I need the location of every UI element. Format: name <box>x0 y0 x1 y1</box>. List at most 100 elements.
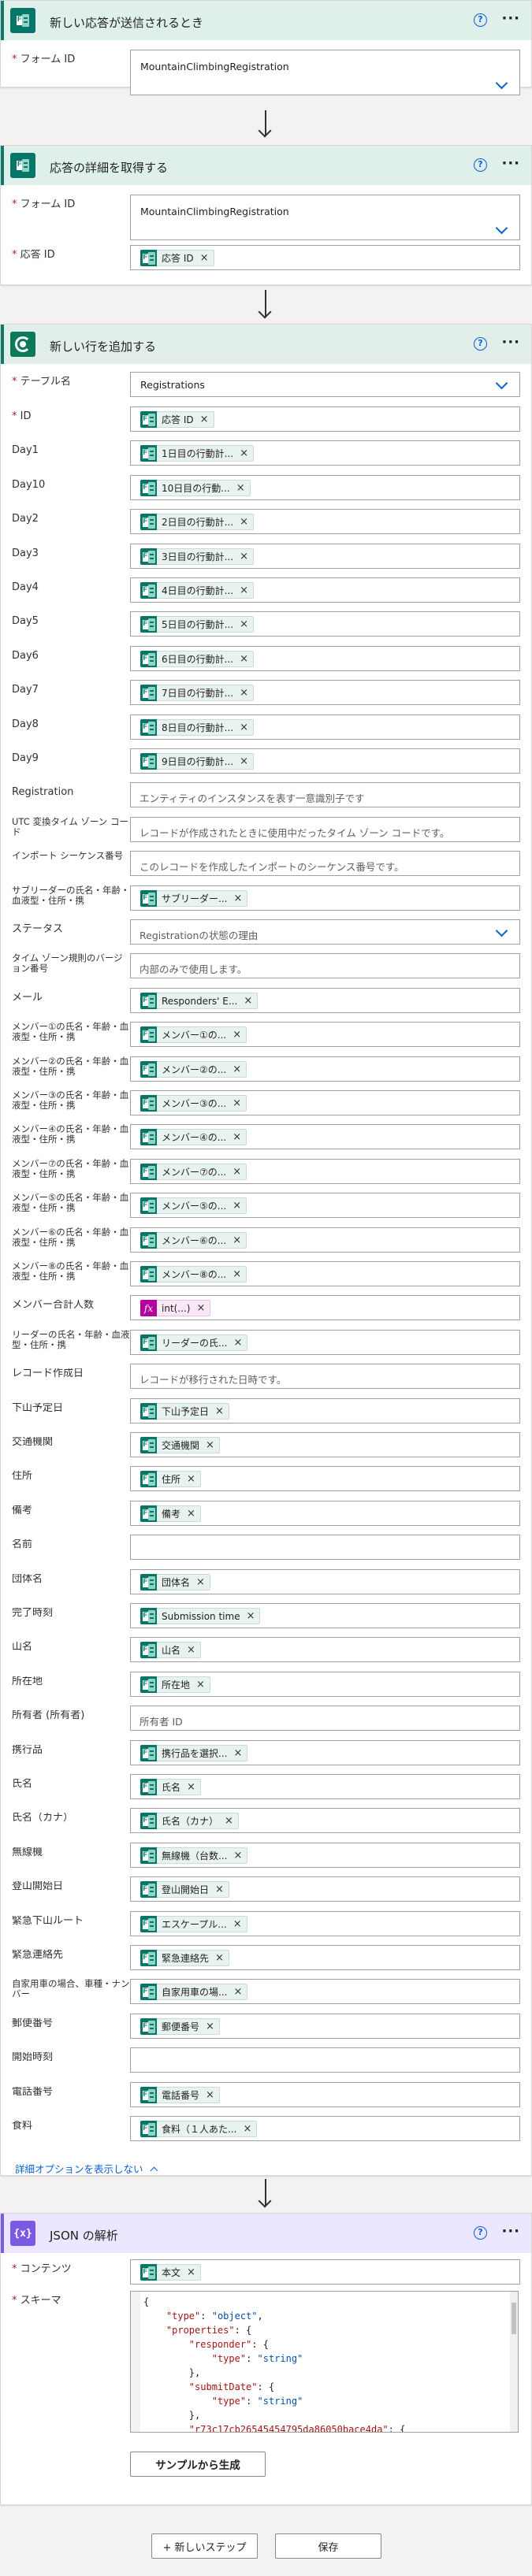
field-input[interactable]: 食料（１人あた... × <box>130 2116 520 2141</box>
field-input[interactable]: 電話番号 × <box>130 2082 520 2107</box>
dynamic-content-token[interactable]: 住所 × <box>140 1471 201 1487</box>
field-input[interactable]: 内部のみで使用します。 <box>130 953 520 978</box>
dynamic-content-token[interactable]: サブリーダー... × <box>140 890 248 907</box>
field-input[interactable]: 所在地 × <box>130 1672 520 1697</box>
remove-token-icon[interactable]: × <box>233 893 242 904</box>
form-id-dropdown[interactable]: MountainClimbingRegistration <box>130 50 520 95</box>
dynamic-content-token[interactable]: 応答 ID × <box>140 250 214 266</box>
field-input[interactable]: サブリーダー... × <box>130 885 520 911</box>
dynamic-content-token[interactable]: 携行品を選択... × <box>140 1745 248 1761</box>
dynamic-content-token[interactable]: 無線機（台数... × <box>140 1847 248 1864</box>
field-input[interactable]: 8日目の行動計... × <box>130 715 520 740</box>
field-input[interactable]: 氏名 × <box>130 1774 520 1799</box>
field-input[interactable]: エスケープル... × <box>130 1911 520 1936</box>
field-input[interactable]: 6日目の行動計... × <box>130 646 520 671</box>
field-input[interactable]: 所有者 ID <box>130 1706 520 1731</box>
remove-token-icon[interactable]: × <box>225 1815 233 1827</box>
remove-token-icon[interactable]: × <box>240 618 248 630</box>
field-input[interactable] <box>130 2047 520 2073</box>
dynamic-content-token[interactable]: 交通機関 × <box>140 1437 220 1453</box>
remove-token-icon[interactable]: × <box>233 1097 241 1109</box>
field-input[interactable]: メンバー⑥の... × <box>130 1227 520 1253</box>
field-input[interactable]: Responders' E... × <box>130 988 520 1013</box>
remove-token-icon[interactable]: × <box>233 1747 242 1759</box>
dynamic-content-token[interactable]: メンバー①の... × <box>140 1026 247 1043</box>
chevron-down-icon[interactable] <box>496 224 507 235</box>
dynamic-content-token[interactable]: 3日目の行動計... × <box>140 548 254 565</box>
remove-token-icon[interactable]: × <box>240 722 248 733</box>
field-input[interactable]: 緊急連絡先 × <box>130 1945 520 1970</box>
remove-token-icon[interactable]: × <box>233 1166 241 1178</box>
remove-token-icon[interactable]: × <box>196 1679 205 1691</box>
schema-editor[interactable]: { "type": "object", "properties": { "res… <box>130 2291 519 2433</box>
dynamic-content-token[interactable]: メンバー⑧の... × <box>140 1266 247 1282</box>
field-input[interactable]: エンティティのインスタンスを表す一意識別子です <box>130 782 520 807</box>
field-input[interactable]: 4日目の行動計... × <box>130 577 520 603</box>
field-input[interactable]: 団体名 × <box>130 1569 520 1594</box>
field-input[interactable]: 交通機関 × <box>130 1432 520 1457</box>
field-input[interactable]: 住所 × <box>130 1466 520 1491</box>
remove-token-icon[interactable]: × <box>215 1952 224 1964</box>
table-name-dropdown[interactable]: Registrations <box>130 372 520 397</box>
field-input[interactable]: 1日目の行動計... × <box>130 440 520 466</box>
remove-token-icon[interactable]: × <box>240 755 248 767</box>
remove-token-icon[interactable]: × <box>240 653 248 665</box>
field-input[interactable]: レコードが移行された日時です。 <box>130 1364 520 1389</box>
dynamic-content-token[interactable]: メンバー②の... × <box>140 1061 247 1078</box>
more-options-icon[interactable]: ··· <box>501 155 520 172</box>
field-input[interactable]: 5日目の行動計... × <box>130 611 520 637</box>
dynamic-content-token[interactable]: 7日目の行動計... × <box>140 685 254 701</box>
dynamic-content-token[interactable]: エスケープル... × <box>140 1916 247 1932</box>
field-input[interactable]: メンバー①の... × <box>130 1022 520 1047</box>
remove-token-icon[interactable]: × <box>196 1576 205 1588</box>
dynamic-content-token[interactable]: 緊急連絡先 × <box>140 1950 229 1966</box>
remove-token-icon[interactable]: × <box>236 482 245 494</box>
field-input[interactable]: 2日目の行動計... × <box>130 509 520 534</box>
expression-token[interactable]: fx int(...) × <box>140 1300 211 1316</box>
dynamic-content-token[interactable]: 9日目の行動計... × <box>140 753 254 770</box>
field-input[interactable]: 3日目の行動計... × <box>130 544 520 569</box>
field-input[interactable]: 10日目の行動... × <box>130 475 520 500</box>
dynamic-content-token[interactable]: 6日目の行動計... × <box>140 651 254 667</box>
field-input[interactable]: fx int(...) × <box>130 1295 520 1320</box>
field-input[interactable]: 自家用車の場... × <box>130 1979 520 2004</box>
dynamic-content-token[interactable]: メンバー⑦の... × <box>140 1164 247 1180</box>
help-icon[interactable]: ? <box>474 13 487 27</box>
dynamic-content-token[interactable]: 2日目の行動計... × <box>140 514 254 530</box>
dynamic-content-token[interactable]: 氏名 × <box>140 1779 201 1795</box>
field-input[interactable]: 無線機（台数... × <box>130 1843 520 1868</box>
remove-token-icon[interactable]: × <box>247 1610 255 1622</box>
remove-token-icon[interactable]: × <box>233 1918 242 1930</box>
remove-token-icon[interactable]: × <box>187 1781 195 1793</box>
remove-token-icon[interactable]: × <box>244 995 252 1007</box>
dynamic-content-token[interactable]: メンバー⑥の... × <box>140 1232 247 1249</box>
remove-token-icon[interactable]: × <box>200 414 209 425</box>
remove-token-icon[interactable]: × <box>206 2089 214 2101</box>
remove-token-icon[interactable]: × <box>187 1473 195 1485</box>
remove-token-icon[interactable]: × <box>233 1200 241 1212</box>
dynamic-content-token[interactable]: 団体名 × <box>140 1574 210 1591</box>
get-details-card-header[interactable]: 応答の詳細を取得する ? ··· <box>1 146 531 185</box>
dynamic-content-token[interactable]: 8日目の行動計... × <box>140 719 254 736</box>
field-input[interactable]: 郵便番号 × <box>130 2014 520 2039</box>
remove-token-icon[interactable]: × <box>200 252 209 264</box>
dynamic-content-token[interactable]: 備考 × <box>140 1505 201 1522</box>
new-step-button[interactable]: + 新しいステップ <box>151 2533 258 2559</box>
remove-token-icon[interactable]: × <box>240 447 248 459</box>
generate-from-sample-button[interactable]: サンプルから生成 <box>130 2452 266 2477</box>
field-input[interactable]: レコードが作成されたときに使用中だったタイム ゾーン コードです。 <box>130 817 520 842</box>
dynamic-content-token[interactable]: 氏名（カナ） × <box>140 1813 239 1829</box>
field-input[interactable]: 登山開始日 × <box>130 1876 520 1902</box>
remove-token-icon[interactable]: × <box>233 1029 241 1041</box>
dynamic-content-token[interactable]: メンバー⑤の... × <box>140 1197 247 1214</box>
help-icon[interactable]: ? <box>474 158 487 172</box>
help-icon[interactable]: ? <box>474 2226 487 2240</box>
dynamic-content-token[interactable]: 山名 × <box>140 1642 201 1658</box>
dynamic-content-token[interactable]: メンバー④の... × <box>140 1129 247 1145</box>
dynamic-content-token[interactable]: 下山予定日 × <box>140 1403 229 1420</box>
chevron-down-icon[interactable] <box>496 926 507 937</box>
dynamic-content-token[interactable]: 10日目の行動... × <box>140 480 251 496</box>
field-input[interactable]: 下山予定日 × <box>130 1398 520 1423</box>
content-input[interactable]: 本文 × <box>130 2259 520 2285</box>
more-options-icon[interactable]: ··· <box>501 334 520 351</box>
